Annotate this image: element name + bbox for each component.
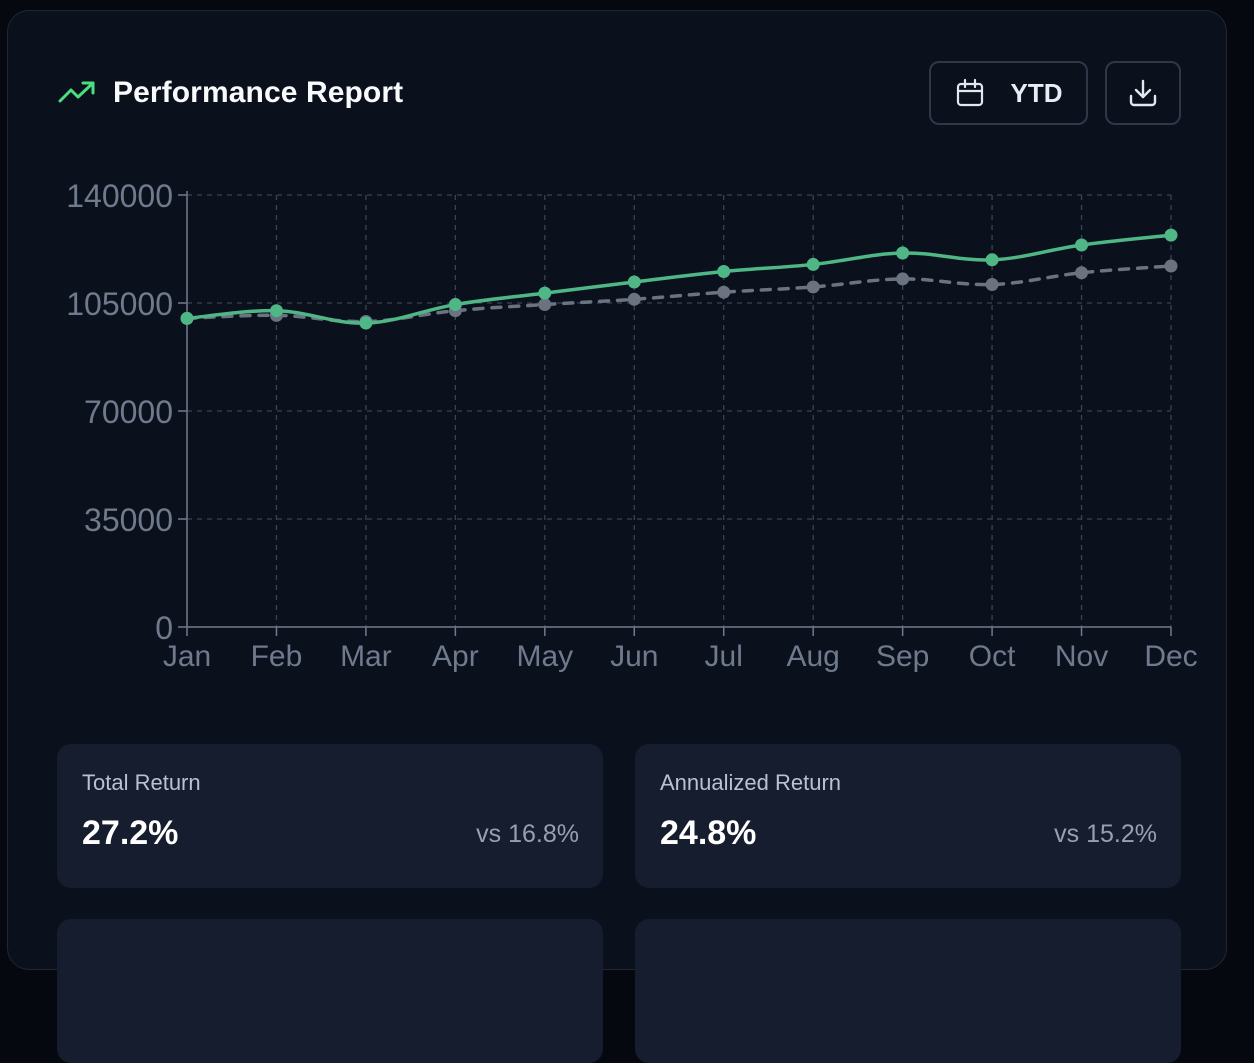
data-point-benchmark [896, 272, 910, 286]
trending-up-icon [58, 80, 96, 106]
data-point-portfolio [180, 311, 194, 325]
y-tick-label: 105000 [66, 286, 173, 322]
performance-report-card: Performance Report YTD 0 35000 70000 105000… [7, 10, 1228, 1063]
data-point-benchmark [1164, 259, 1178, 273]
data-point-benchmark [806, 280, 820, 294]
data-point-benchmark [717, 285, 731, 299]
data-point-benchmark [985, 277, 999, 291]
x-tick-label: Nov [1055, 640, 1108, 673]
period-label: YTD [1010, 77, 1063, 108]
x-tick-label: May [516, 640, 573, 673]
x-tick-label: Apr [432, 640, 479, 673]
data-point-benchmark [538, 298, 552, 312]
stat-card-annualized-return: Annualized Return 24.8% vs 15.2% [635, 744, 1181, 888]
page-title: Performance Report [113, 76, 404, 109]
stat-label: Annualized Return [660, 770, 842, 795]
x-tick-label: Feb [251, 640, 303, 673]
data-point-portfolio [717, 265, 731, 279]
data-point-benchmark [1075, 266, 1089, 280]
y-tick-label: 35000 [84, 502, 173, 538]
x-tick-label: Oct [969, 640, 1016, 673]
x-tick-label: Mar [340, 640, 392, 673]
data-point-portfolio [985, 253, 999, 267]
data-point-portfolio [1075, 238, 1089, 252]
data-point-portfolio [538, 286, 552, 300]
stat-benchmark: vs 15.2% [1054, 820, 1157, 848]
period-select-button[interactable]: YTD [929, 61, 1088, 125]
x-tick-label: Sep [876, 640, 929, 673]
x-tick-label: Jan [163, 640, 211, 673]
download-icon [1127, 77, 1159, 109]
report-header: Performance Report [58, 73, 403, 113]
data-point-portfolio [896, 246, 910, 260]
performance-chart: 0 35000 70000 105000 140000 Jan Feb Mar Apr May Ju… [8, 161, 1228, 701]
data-point-portfolio [806, 257, 820, 271]
stat-value: 24.8% [660, 814, 757, 852]
data-point-portfolio [269, 304, 283, 318]
download-button[interactable] [1105, 61, 1181, 125]
stat-label: Total Return [82, 770, 201, 795]
data-point-portfolio [448, 298, 462, 312]
data-point-benchmark [627, 292, 641, 306]
y-tick-label: 140000 [66, 178, 173, 214]
stat-card-total-return: Total Return 27.2% vs 16.8% [57, 744, 603, 888]
data-point-portfolio [627, 275, 641, 289]
stat-value: 27.2% [82, 814, 179, 852]
x-tick-label: Jun [610, 640, 658, 673]
calendar-icon [955, 78, 985, 108]
stat-card-placeholder-2 [635, 919, 1181, 1063]
data-point-portfolio [1164, 228, 1178, 242]
x-tick-label: Dec [1144, 640, 1197, 673]
series-line-portfolio [185, 233, 1173, 325]
x-tick-label: Jul [705, 640, 743, 673]
performance-line-chart: 03500070000105000140000Jan Feb Mar Apr May Ju… [66, 178, 1197, 673]
series-line-benchmark [185, 264, 1173, 324]
x-tick-label: Aug [786, 640, 839, 673]
stat-card-placeholder-1 [57, 919, 603, 1063]
data-point-portfolio [359, 316, 373, 330]
stat-benchmark: vs 16.8% [476, 820, 579, 848]
y-tick-label: 70000 [84, 394, 173, 430]
